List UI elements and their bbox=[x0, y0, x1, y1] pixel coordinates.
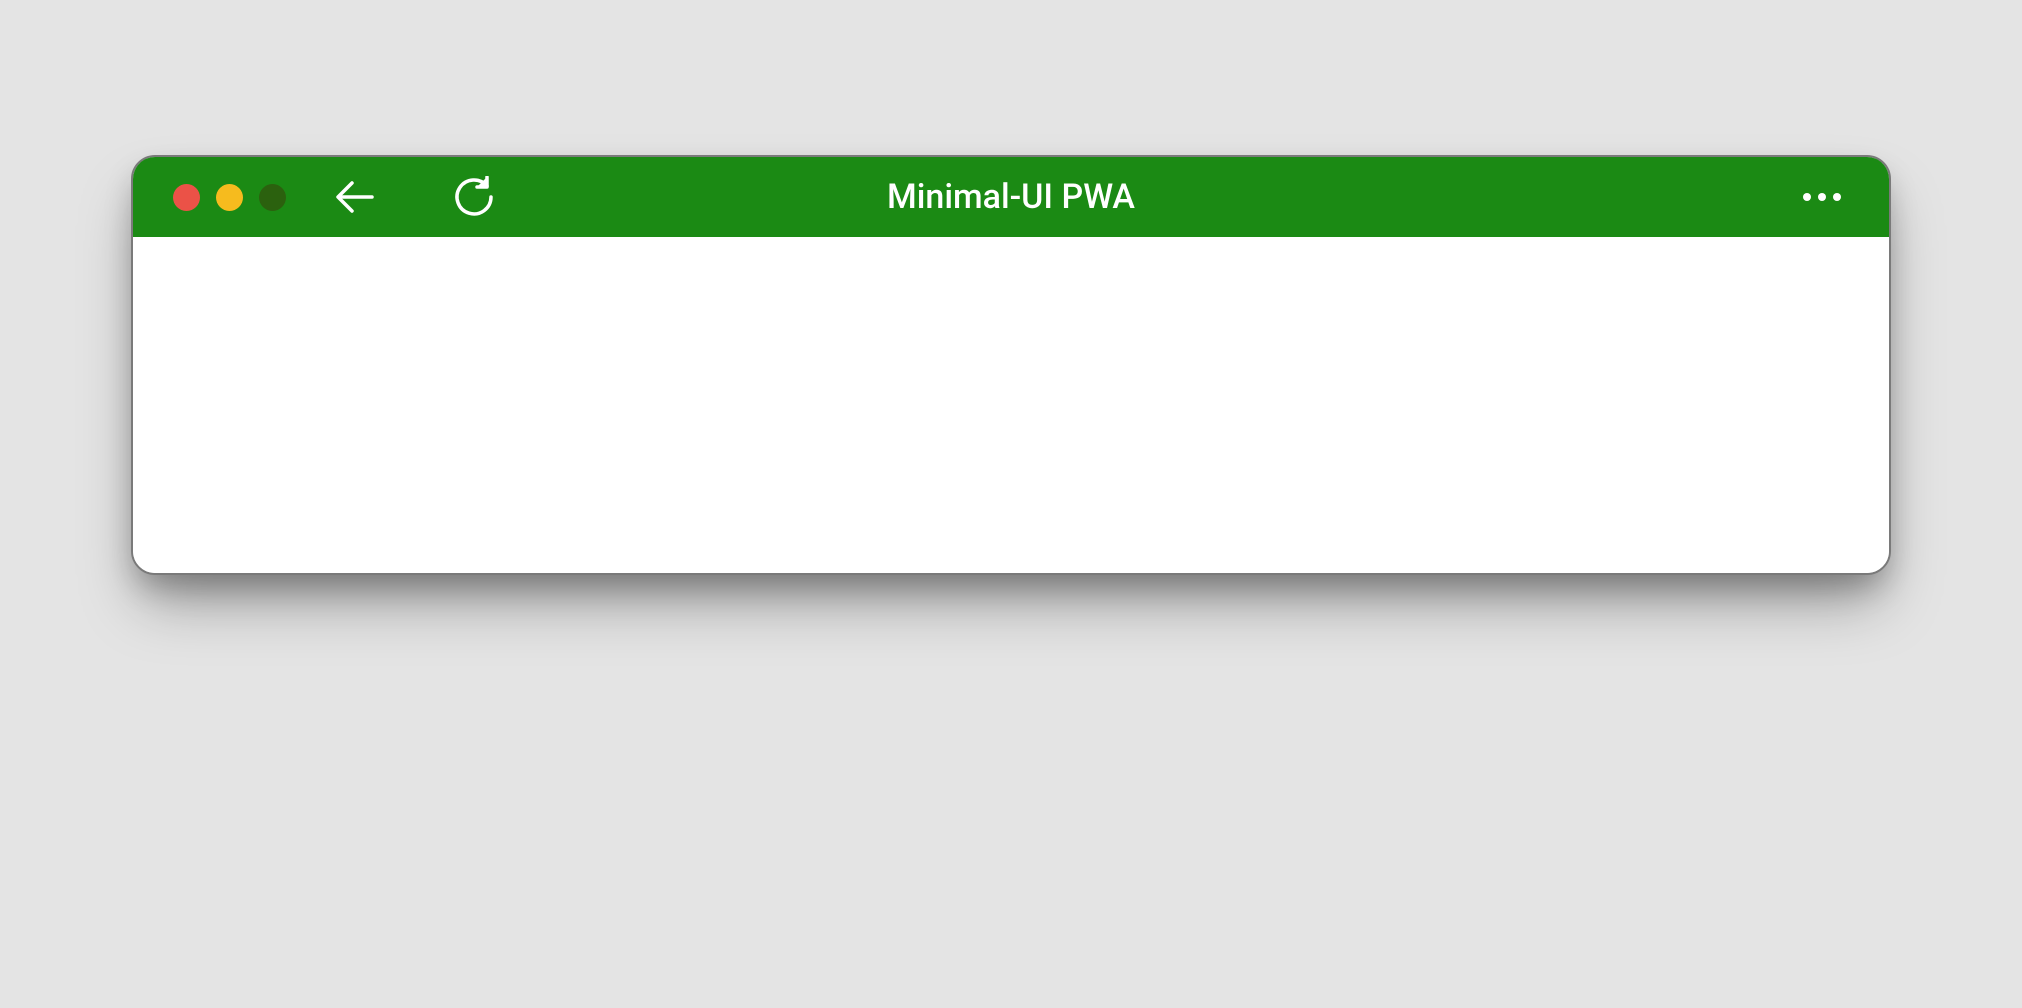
nav-controls bbox=[334, 175, 496, 219]
traffic-lights bbox=[173, 184, 286, 211]
close-button[interactable] bbox=[173, 184, 200, 211]
more-button[interactable] bbox=[1795, 185, 1849, 209]
reload-icon bbox=[453, 176, 495, 218]
titlebar: Minimal-UI PWA bbox=[133, 157, 1889, 237]
back-arrow-icon bbox=[334, 175, 378, 219]
app-window: Minimal-UI PWA bbox=[131, 155, 1891, 575]
window-title: Minimal-UI PWA bbox=[887, 177, 1135, 217]
content-area bbox=[133, 237, 1889, 573]
minimize-button[interactable] bbox=[216, 184, 243, 211]
back-button[interactable] bbox=[334, 175, 378, 219]
more-icon bbox=[1818, 193, 1826, 201]
more-icon bbox=[1833, 193, 1841, 201]
more-icon bbox=[1803, 193, 1811, 201]
maximize-button[interactable] bbox=[259, 184, 286, 211]
reload-button[interactable] bbox=[452, 175, 496, 219]
